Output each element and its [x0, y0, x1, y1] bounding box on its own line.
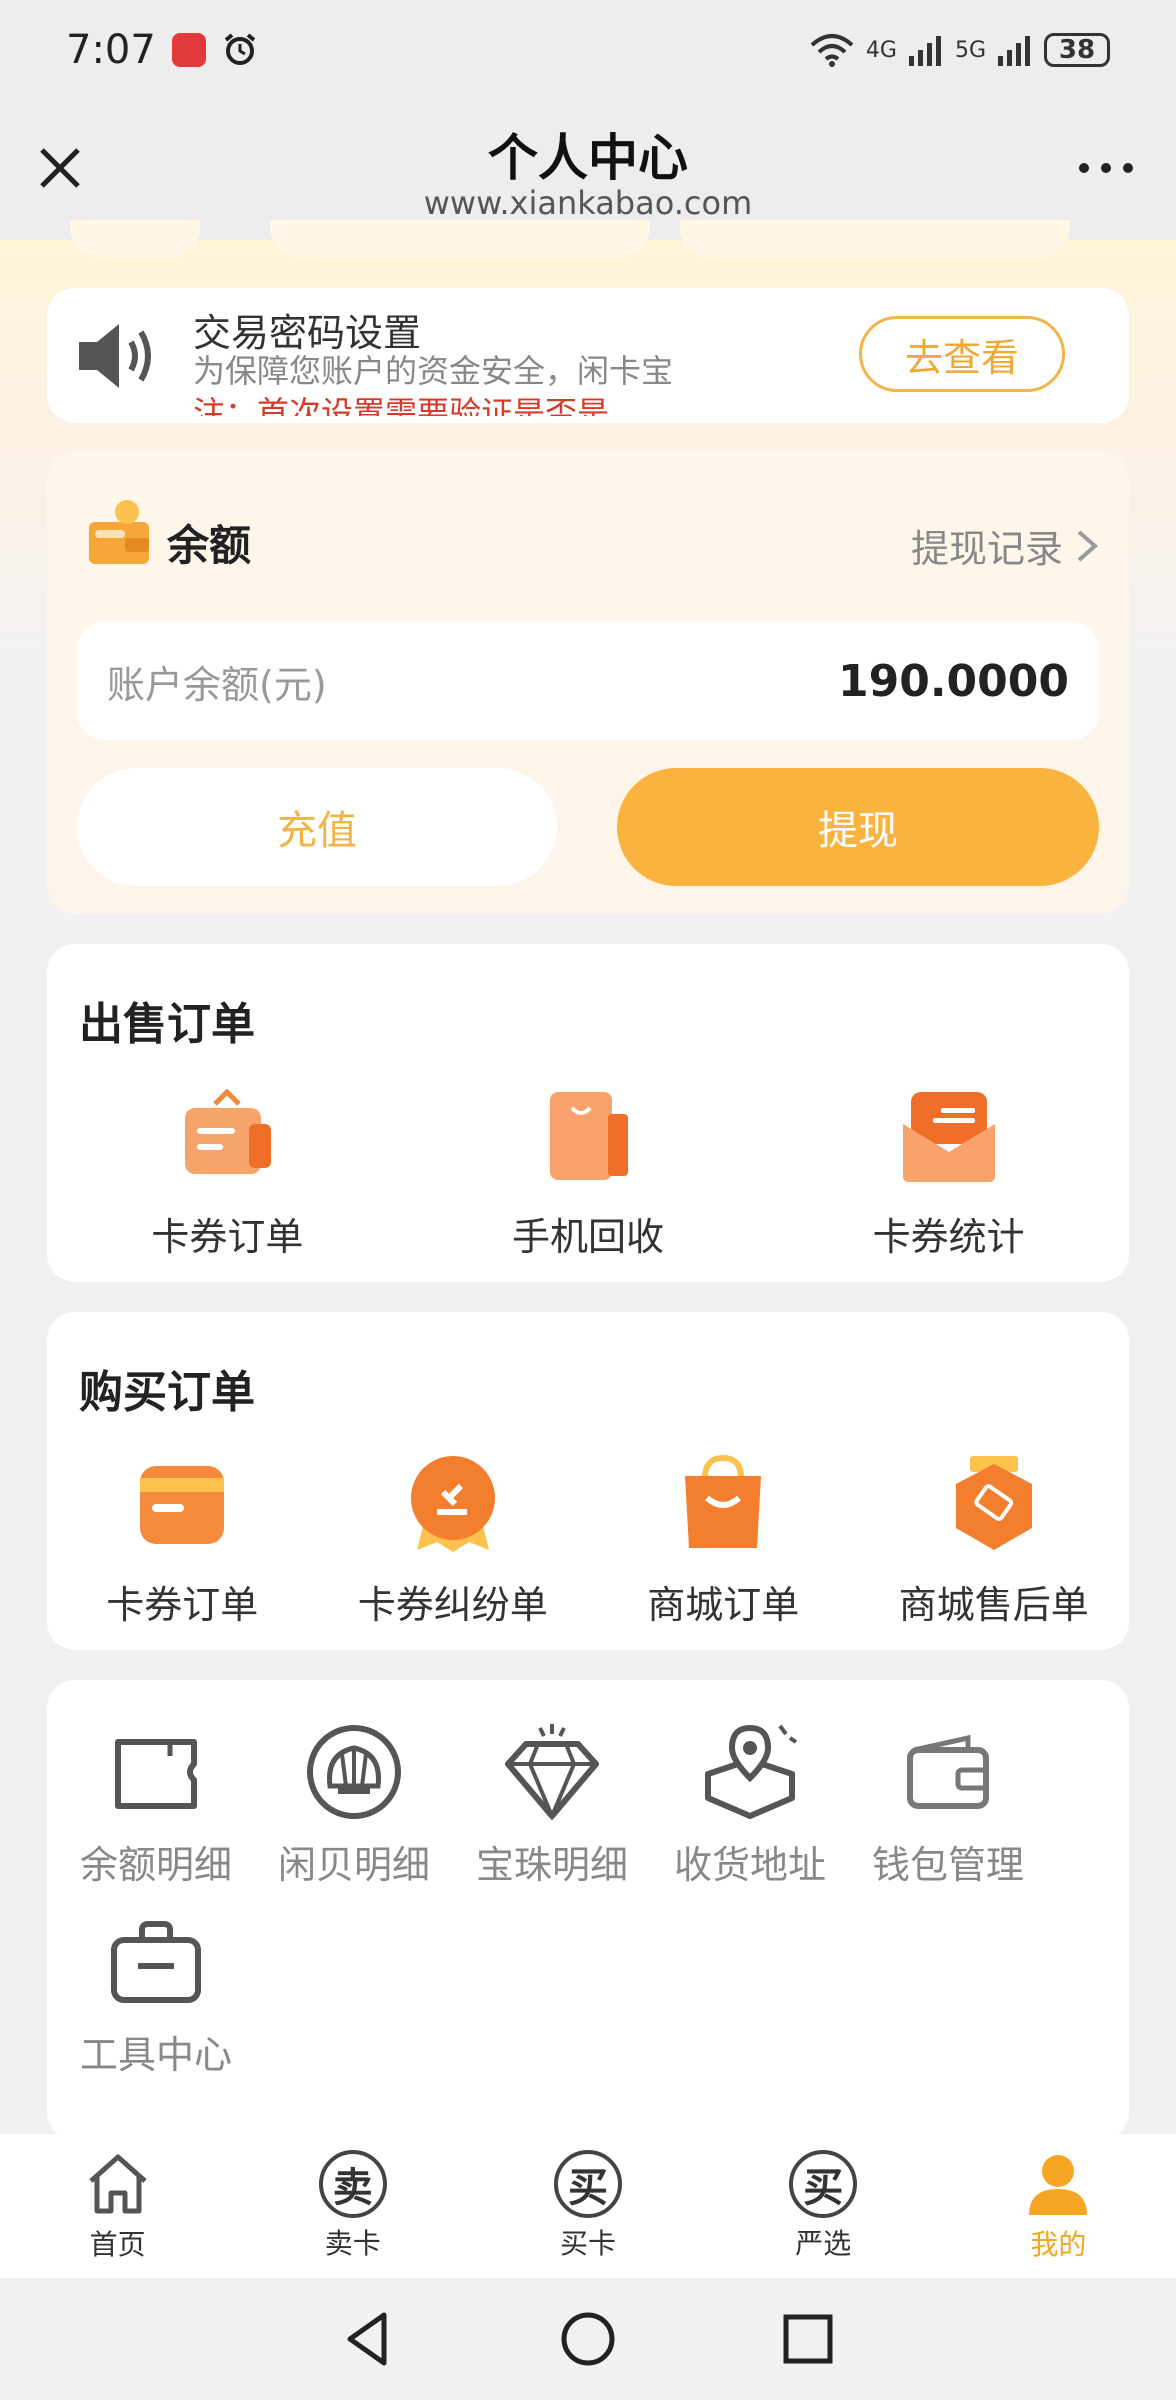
view-notice-button[interactable]: 去查看 — [859, 316, 1065, 392]
sell-card-order-label: 卡券订单 — [151, 1215, 304, 1259]
tool-center-item[interactable]: 工具中心 — [57, 1910, 255, 2100]
mall-order-item[interactable]: 商城订单 — [588, 1452, 859, 1629]
chevron-right-icon — [1077, 529, 1099, 562]
notice-body: 为保障您账户的资金安全，闲卡宝 — [193, 352, 674, 390]
network-5g-label: 5G — [954, 37, 986, 63]
address-item[interactable]: 收货地址 — [651, 1720, 849, 1910]
partial-card — [70, 220, 200, 258]
tab-sell-card[interactable]: 卖 卖卡 — [235, 2134, 470, 2278]
shell-detail-label: 闲贝明细 — [277, 1843, 430, 1887]
account-balance-label: 账户余额(元) — [107, 662, 327, 707]
dispute-order-label: 卡券纠纷单 — [357, 1583, 548, 1627]
wallet-icon — [907, 1734, 989, 1809]
shell-icon — [307, 1725, 401, 1819]
buy-card-order-item[interactable]: 卡券订单 — [47, 1452, 318, 1629]
partial-card — [680, 220, 1070, 258]
system-nav-bar — [0, 2278, 1176, 2400]
sell-icon: 卖 — [318, 2150, 387, 2218]
tab-sell-card-label: 卖卡 — [324, 2227, 381, 2260]
network-4g-label: 4G — [865, 37, 897, 63]
recharge-button[interactable]: 充值 — [77, 768, 557, 886]
speaker-icon — [79, 324, 151, 388]
home-circle-icon[interactable] — [558, 2309, 618, 2369]
phone-recycle-item[interactable]: 手机回收 — [408, 1084, 769, 1261]
wifi-icon — [810, 34, 854, 67]
signal-icon — [908, 36, 941, 66]
wallet-manage-label: 钱包管理 — [871, 1843, 1024, 1887]
after-sale-order-item[interactable]: 商城售后单 — [859, 1452, 1130, 1629]
buy-icon: 买 — [554, 2150, 622, 2218]
bottom-nav: 首页 卖 卖卡 买 买卡 买 严选 我的 — [0, 2134, 1176, 2278]
tab-home[interactable]: 首页 — [0, 2134, 235, 2278]
shell-detail-item[interactable]: 闲贝明细 — [255, 1720, 453, 1910]
recents-icon[interactable] — [778, 2309, 838, 2369]
balance-detail-icon — [115, 1739, 197, 1809]
balance-detail-label: 余额明细 — [79, 1843, 232, 1887]
card-order-icon — [140, 1466, 225, 1544]
alarm-icon — [224, 33, 256, 65]
diamond-icon — [505, 1724, 599, 1822]
balance-title: 余额 — [167, 521, 252, 570]
buy-orders-card: 购买订单 卡券订单 卡券纠纷单 商城订单 商城售后单 — [47, 1312, 1129, 1650]
dispute-icon — [410, 1456, 495, 1552]
card-order-icon — [185, 1088, 272, 1174]
withdraw-history-link[interactable]: 提现记录 — [911, 518, 1099, 573]
withdraw-history-label: 提现记录 — [910, 527, 1063, 571]
notice-warning: 注：首次设置需要验证是否是 — [193, 394, 610, 416]
account-balance-row: 账户余额(元) 190.0000 — [77, 622, 1099, 740]
signal-icon-2 — [998, 36, 1030, 66]
phone-recycle-label: 手机回收 — [512, 1215, 665, 1259]
account-balance-value: 190.0000 — [837, 655, 1069, 707]
withdraw-button[interactable]: 提现 — [617, 768, 1099, 886]
buy-card-order-label: 卡券订单 — [106, 1583, 259, 1627]
sell-orders-card: 出售订单 卡券订单 手机回收 卡券统计 — [47, 944, 1129, 1282]
wallet-manage-item[interactable]: 钱包管理 — [849, 1720, 1047, 1910]
address-icon — [705, 1724, 798, 1819]
pearl-detail-label: 宝珠明细 — [475, 1843, 628, 1887]
buy-orders-title: 购买订单 — [79, 1367, 255, 1418]
status-time: 7:07 — [66, 27, 156, 73]
after-sale-icon — [955, 1456, 1032, 1550]
tab-selected-label: 严选 — [795, 2227, 852, 2260]
back-icon[interactable] — [338, 2309, 398, 2369]
notice-title: 交易密码设置 — [193, 311, 422, 355]
sell-card-order-item[interactable]: 卡券订单 — [47, 1084, 408, 1261]
home-icon — [88, 2154, 147, 2214]
phone-recycle-icon — [550, 1092, 628, 1180]
balance-card: 余额 提现记录 账户余额(元) 190.0000 充值 提现 — [47, 452, 1129, 914]
mall-order-icon — [685, 1454, 762, 1548]
card-stats-icon — [902, 1092, 995, 1182]
partial-card — [270, 220, 650, 258]
more-icon[interactable] — [1076, 158, 1136, 178]
tab-buy-card[interactable]: 买 买卡 — [470, 2134, 705, 2278]
tab-mine[interactable]: 我的 — [941, 2134, 1176, 2278]
tool-center-label: 工具中心 — [79, 2033, 232, 2077]
address-label: 收货地址 — [673, 1843, 826, 1887]
after-sale-order-label: 商城售后单 — [898, 1583, 1089, 1627]
sell-orders-title: 出售订单 — [79, 999, 255, 1050]
card-stats-label: 卡券统计 — [872, 1215, 1025, 1259]
app-notification-icon — [171, 33, 206, 67]
status-bar: 7:07 4G 5G 38 — [0, 0, 1176, 100]
page-url: www.xiankabao.com — [423, 184, 753, 222]
notice-text: 为保障您账户的资金安全，闲卡宝 注：首次设置需要验证是否是 — [193, 350, 793, 416]
tab-selected[interactable]: 买 严选 — [706, 2134, 941, 2278]
user-icon — [1029, 2155, 1088, 2215]
page-title: 个人中心 — [488, 129, 688, 187]
tools-card: 余额明细 闲贝明细 宝珠明细 收货地址 钱包管理 工具中心 — [47, 1680, 1129, 2140]
password-notice-card: 交易密码设置 为保障您账户的资金安全，闲卡宝 注：首次设置需要验证是否是 去查看 — [47, 288, 1129, 423]
selected-icon: 买 — [789, 2150, 858, 2218]
title-bar: 个人中心 www.xiankabao.com — [0, 100, 1176, 240]
card-stats-item[interactable]: 卡券统计 — [768, 1084, 1129, 1261]
battery-indicator: 38 — [1044, 33, 1110, 67]
toolbox-icon — [111, 1921, 201, 2003]
coin-wallet-icon — [89, 500, 149, 564]
pearl-detail-item[interactable]: 宝珠明细 — [453, 1720, 651, 1910]
tab-home-label: 首页 — [89, 2228, 146, 2261]
mall-order-label: 商城订单 — [647, 1583, 800, 1627]
balance-detail-item[interactable]: 余额明细 — [57, 1720, 255, 1910]
tab-mine-label: 我的 — [1030, 2228, 1087, 2261]
tab-buy-card-label: 买卡 — [560, 2227, 617, 2260]
dispute-order-item[interactable]: 卡券纠纷单 — [318, 1452, 589, 1629]
